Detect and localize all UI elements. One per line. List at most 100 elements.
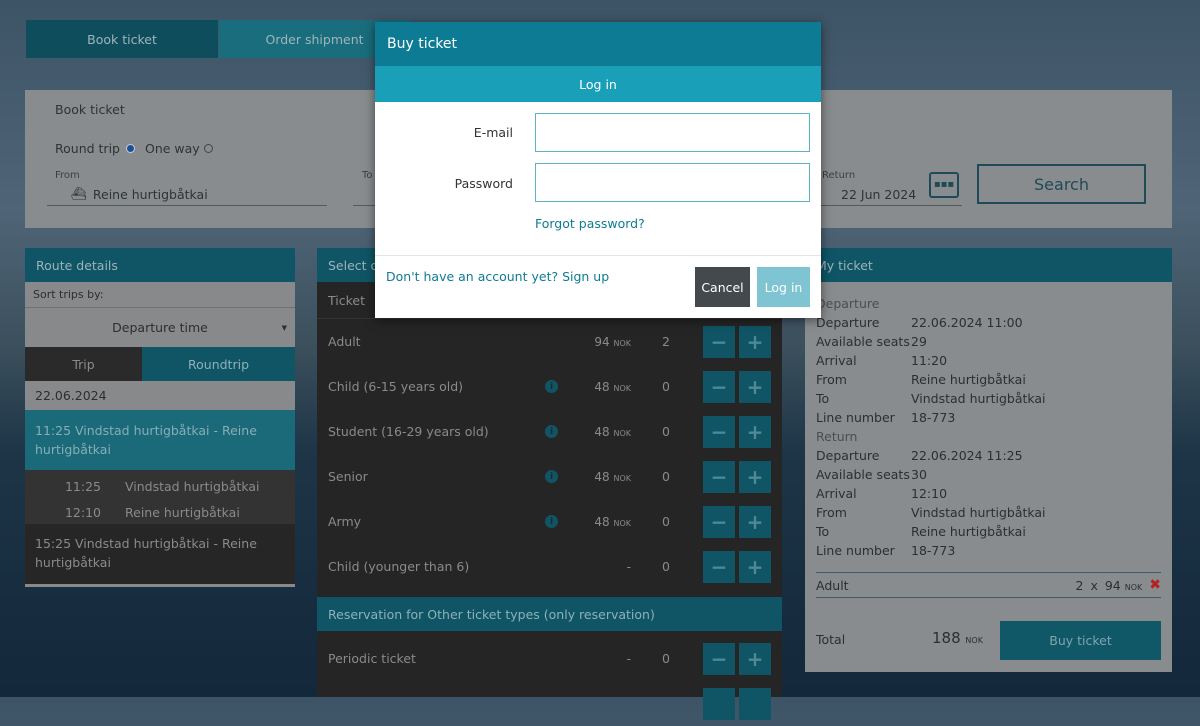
trip-stop: 12:10 Reine hurtigbåtkai [25,499,295,525]
info-icon[interactable]: i [545,470,558,483]
login-button[interactable]: Log in [757,267,810,307]
caret-down-icon: ▼ [281,323,287,332]
detail-value: 12:10 [911,486,948,501]
detail-label: Arrival [816,353,857,368]
increase-button[interactable]: + [739,325,771,358]
currency: NOK [613,518,631,528]
decrease-button[interactable]: − [703,325,735,358]
ticket-price: 94 NOK [594,335,631,349]
ticket-quantity: 0 [662,379,670,394]
from-label: From [55,170,80,181]
line-item-name: Adult [816,577,849,593]
detail-label: To [816,391,830,406]
increase-button[interactable]: + [739,505,771,538]
decrease-button[interactable]: − [703,642,735,675]
decrease-button[interactable]: − [703,505,735,538]
detail-value: 22.06.2024 11:25 [911,448,1023,463]
forgot-password-link[interactable]: Forgot password? [535,216,645,231]
sort-value: Departure time [112,320,208,335]
line-item-currency: NOK [1124,582,1143,592]
ticket-detail-row: From Vindstad hurtigbåtkai [805,503,1172,522]
detail-label: Available seats [816,334,910,349]
trip-item[interactable]: 15:25 Vindstad hurtigbåtkai - Reine hurt… [25,524,295,584]
from-field[interactable]: ⛴ Reine hurtigbåtkai [47,183,327,206]
ticket-price: 48 NOK [594,470,631,484]
round-trip-label: Round trip [55,141,120,156]
price-value: 48 [594,514,610,529]
increase-button[interactable]: + [739,550,771,583]
return-value: 22 Jun 2024 [841,186,917,202]
ticket-name: Student (16-29 years old) [328,424,489,439]
sign-up-link[interactable]: Don't have an account yet? Sign up [386,269,609,284]
stop-name: Reine hurtigbåtkai [125,504,240,520]
one-way-label: One way [145,141,200,156]
email-field[interactable] [535,113,810,152]
search-button[interactable]: Search [977,164,1146,204]
tab-trip[interactable]: Trip [25,347,142,381]
line-item: Adult 2 x 94 NOK ✖ [816,572,1161,598]
buy-ticket-button[interactable]: Buy ticket [1000,621,1161,660]
decrease-button[interactable]: − [703,370,735,403]
login-modal: Buy ticket Log in E-mail Password Forgot… [375,22,821,318]
detail-value: 18-773 [911,543,956,558]
ticket-quantity: 0 [662,424,670,439]
detail-label: Line number [816,410,895,425]
sort-label: Sort trips by: [25,282,295,308]
increase-button[interactable]: + [739,642,771,675]
tab-book-ticket[interactable]: Book ticket [26,20,218,58]
line-item-x: x [1090,577,1098,593]
return-heading: Return [816,429,858,444]
detail-value: 11:20 [911,353,948,368]
price-value: 48 [594,424,610,439]
radio-unchecked-icon [203,144,213,153]
return-label: Return [822,170,856,181]
reservation-header: Reservation for Other ticket types (only… [317,597,782,631]
ticket-row-periodic: Periodic ticket - 0 − + [317,636,782,681]
increase-button[interactable]: + [739,415,771,448]
ticket-name: Adult [328,334,361,349]
decrease-button[interactable] [703,687,735,720]
increase-button[interactable] [739,687,771,720]
ticket-price: - [627,560,631,574]
ticket-row: Army i 48 NOK 0 − + [317,499,782,544]
info-icon[interactable]: i [545,515,558,528]
ticket-name: Army [328,514,362,529]
ticket-detail-row: To Reine hurtigbåtkai [805,522,1172,541]
tab-roundtrip[interactable]: Roundtrip [142,347,295,381]
ticket-detail-row: Departure 22.06.2024 11:00 [805,313,1172,332]
decrease-button[interactable]: − [703,415,735,448]
total-value: 188 NOK [932,629,983,647]
total-currency: NOK [965,636,983,645]
decrease-button[interactable]: − [703,460,735,493]
line-item-qty: 2 [1075,577,1084,593]
detail-label: Available seats [816,467,910,482]
ticket-name: Senior [328,469,368,484]
stop-time: 11:25 [64,478,101,494]
round-trip-radio[interactable]: Round trip [55,141,135,156]
cancel-button[interactable]: Cancel [695,267,750,307]
trip-item-selected[interactable]: 11:25 Vindstad hurtigbåtkai - Reine hurt… [25,410,295,470]
calendar-icon[interactable]: ▪▪▪ [929,172,959,198]
info-icon[interactable]: i [545,425,558,438]
ticket-name: Child (6-15 years old) [328,379,464,394]
decrease-button[interactable]: − [703,550,735,583]
total-amount: 188 [932,629,961,647]
increase-button[interactable]: + [739,460,771,493]
sort-select[interactable]: Departure time ▼ [25,308,295,347]
remove-icon[interactable]: ✖ [1149,577,1161,593]
currency: NOK [613,338,631,348]
ticket-price: - [626,651,631,666]
ticket-quantity: 2 [662,334,670,349]
to-label: To [362,170,373,181]
total-label: Total [816,632,846,647]
detail-label: Line number [816,543,895,558]
price-value: 48 [594,469,610,484]
ticket-quantity: 0 [662,559,670,574]
ticket-row: Senior i 48 NOK 0 − + [317,454,782,499]
detail-value: 30 [911,467,927,482]
increase-button[interactable]: + [739,370,771,403]
ticket-price: 48 NOK [594,425,631,439]
one-way-radio[interactable]: One way [145,141,213,156]
info-icon[interactable]: i [545,380,558,393]
password-field[interactable] [535,163,810,202]
